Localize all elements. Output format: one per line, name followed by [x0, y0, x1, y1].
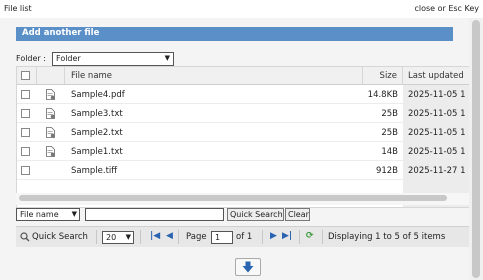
- per-page-select[interactable]: 20 ▼: [102, 231, 134, 244]
- file-last-updated: 2025-11-05 1: [408, 128, 466, 138]
- pager-divider: [262, 230, 263, 244]
- chevron-down-icon: ▼: [125, 233, 131, 241]
- close-hint[interactable]: close or Esc Key: [414, 4, 479, 13]
- file-link-icon[interactable]: [46, 89, 55, 100]
- arrow-down-icon: [242, 261, 254, 273]
- displaying-status: Displaying 1 to 5 of 5 items: [328, 232, 446, 242]
- vertical-scrollbar-thumb[interactable]: [472, 20, 480, 278]
- file-size: 14B: [381, 147, 398, 157]
- table-row[interactable]: Sample1.txt 14B 2025-11-05 1: [17, 142, 470, 161]
- download-button[interactable]: [235, 258, 261, 276]
- search-field-select-value: File name: [20, 210, 59, 219]
- header-icon-cell: [37, 67, 65, 84]
- magnifier-icon[interactable]: [20, 232, 30, 245]
- grid-header: File name Size Last updated: [17, 67, 470, 85]
- file-link-icon[interactable]: [46, 108, 55, 119]
- search-input[interactable]: [85, 208, 224, 221]
- clear-button[interactable]: Clear: [285, 208, 310, 221]
- row-checkbox[interactable]: [21, 147, 30, 156]
- file-link-icon[interactable]: [46, 146, 55, 157]
- file-size: 14.8KB: [367, 90, 398, 100]
- next-page-icon[interactable]: ▶: [270, 231, 277, 241]
- panel-header: Add another file: [16, 27, 453, 41]
- column-size: Size: [379, 71, 397, 81]
- page-number-value: 1: [215, 233, 221, 242]
- dialog-title: File list: [4, 4, 32, 13]
- pager-divider: [140, 230, 141, 244]
- pager-divider: [96, 230, 97, 244]
- horizontal-scrollbar[interactable]: [16, 193, 469, 205]
- pager-bar: Quick Search 20 ▼ |◀ ◀ Page 1 of 1 ▶ ▶| …: [16, 226, 469, 247]
- clear-button-label: Clear: [288, 210, 309, 219]
- search-field-select[interactable]: File name ▼: [16, 208, 80, 221]
- page-count: of 1: [236, 232, 253, 242]
- file-list-panel: Add another file Folder : Folder ▼ File …: [0, 18, 470, 280]
- table-row[interactable]: Sample2.txt 25B 2025-11-05 1: [17, 123, 470, 142]
- file-grid: File name Size Last updated Sample4.pdf 1…: [16, 66, 470, 208]
- pager-divider: [322, 230, 323, 244]
- file-size: 25B: [381, 109, 398, 119]
- header-name-cell[interactable]: File name: [65, 67, 363, 84]
- vertical-scrollbar[interactable]: [469, 18, 483, 280]
- page-label: Page: [186, 232, 207, 242]
- dialog-titlebar: File list close or Esc Key: [0, 0, 483, 18]
- folder-select-value: Folder: [56, 54, 81, 63]
- first-page-icon[interactable]: |◀: [150, 231, 160, 241]
- page-number-input[interactable]: 1: [211, 231, 233, 244]
- row-checkbox[interactable]: [21, 166, 30, 175]
- file-name[interactable]: Sample.tiff: [71, 166, 117, 176]
- table-row[interactable]: Sample.tiff 912B 2025-11-27 1: [17, 161, 470, 180]
- file-link-icon[interactable]: [46, 127, 55, 138]
- column-last-updated: Last updated: [408, 71, 464, 81]
- chevron-down-icon: ▼: [71, 210, 77, 218]
- table-row[interactable]: Sample3.txt 25B 2025-11-05 1: [17, 104, 470, 123]
- row-checkbox[interactable]: [21, 109, 30, 118]
- file-name[interactable]: Sample1.txt: [71, 147, 123, 157]
- file-name[interactable]: Sample3.txt: [71, 109, 123, 119]
- folder-label: Folder :: [16, 54, 46, 63]
- pager-divider: [299, 230, 300, 244]
- file-size: 912B: [375, 166, 398, 176]
- chevron-down-icon: ▼: [164, 54, 170, 62]
- folder-select[interactable]: Folder ▼: [52, 52, 174, 66]
- file-name[interactable]: Sample4.pdf: [71, 90, 125, 100]
- row-checkbox[interactable]: [21, 128, 30, 137]
- column-file-name: File name: [71, 71, 113, 81]
- header-size-cell[interactable]: Size: [363, 67, 403, 84]
- table-row[interactable]: Sample4.pdf 14.8KB 2025-11-05 1: [17, 85, 470, 104]
- panel-header-title: Add another file: [22, 28, 100, 38]
- file-size: 25B: [381, 128, 398, 138]
- file-name[interactable]: Sample2.txt: [71, 128, 123, 138]
- quick-search-button-label: Quick Search: [230, 210, 283, 219]
- file-last-updated: 2025-11-05 1: [408, 90, 466, 100]
- file-last-updated: 2025-11-05 1: [408, 109, 466, 119]
- file-last-updated: 2025-11-05 1: [408, 147, 466, 157]
- row-checkbox[interactable]: [21, 90, 30, 99]
- select-all-checkbox[interactable]: [21, 71, 30, 80]
- quick-search-button[interactable]: Quick Search: [227, 208, 284, 221]
- pager-quick-search[interactable]: Quick Search: [32, 232, 88, 242]
- refresh-icon[interactable]: ⟳: [306, 231, 314, 241]
- header-updated-cell[interactable]: Last updated: [403, 67, 470, 84]
- last-page-icon[interactable]: ▶|: [282, 231, 292, 241]
- horizontal-scrollbar-thumb[interactable]: [19, 195, 447, 201]
- pager-divider: [178, 230, 179, 244]
- per-page-value: 20: [106, 233, 117, 242]
- previous-page-icon[interactable]: ◀: [166, 231, 173, 241]
- header-checkbox-cell: [17, 67, 37, 84]
- file-last-updated: 2025-11-27 1: [408, 166, 466, 176]
